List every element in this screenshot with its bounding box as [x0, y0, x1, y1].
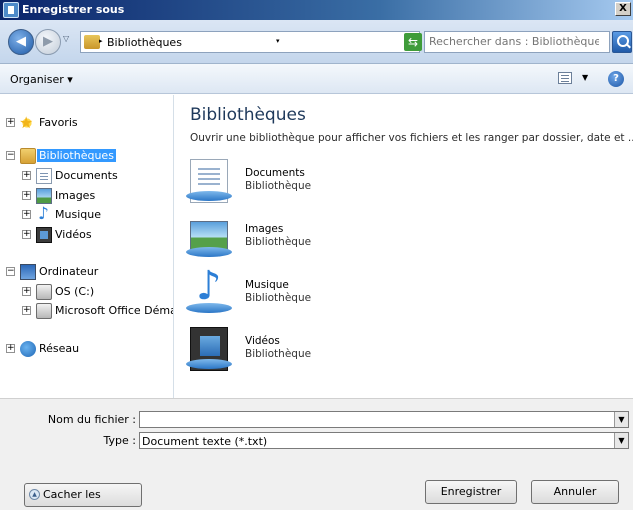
filename-input[interactable]: ▼ [139, 411, 629, 428]
tree-label: Ordinateur [39, 265, 99, 278]
recent-pages-dropdown-icon[interactable]: ▽ [63, 34, 69, 43]
app-icon [3, 2, 19, 18]
library-name: Documents [245, 167, 305, 179]
library-kind: Bibliothèque [245, 348, 312, 360]
expand-icon[interactable]: + [6, 344, 15, 353]
library-kind: Bibliothèque [245, 180, 312, 192]
library-shelf-icon [186, 191, 232, 201]
save-form-area: Nom du fichier : ▼ Type : Document texte… [0, 398, 633, 510]
expand-icon[interactable]: + [22, 171, 31, 180]
chevron-up-icon: ▲ [29, 489, 40, 500]
network-icon [20, 341, 36, 357]
tree-label: Favoris [39, 116, 78, 129]
type-label: Type : [103, 434, 136, 447]
expand-icon[interactable]: + [22, 306, 31, 315]
view-options-dropdown-icon[interactable]: ▼ [582, 73, 588, 82]
image-icon [36, 188, 52, 204]
computer-icon [20, 264, 36, 280]
cancel-button[interactable]: Annuler [531, 480, 619, 504]
breadcrumb-arrow-icon[interactable]: ▸ [99, 37, 103, 45]
library-shelf-icon [186, 359, 232, 369]
library-icon [84, 35, 100, 49]
collapse-icon[interactable]: − [6, 267, 15, 276]
filename-dropdown-icon[interactable]: ▼ [614, 412, 628, 427]
close-button[interactable]: X [615, 2, 631, 16]
save-button[interactable]: Enregistrer [425, 480, 517, 504]
video-icon [36, 227, 52, 243]
forward-arrow-icon: ▶ [43, 34, 53, 49]
library-name: Musique [245, 279, 289, 291]
library-videos[interactable]: Vidéos Bibliothèque [186, 327, 450, 375]
star-icon [19, 113, 35, 132]
content-pane[interactable]: Bibliothèques Ouvrir une bibliothèque po… [175, 95, 633, 398]
expand-icon[interactable]: + [22, 191, 31, 200]
breadcrumb-arrow-icon[interactable]: ▾ [276, 37, 280, 45]
back-arrow-icon: ◀ [16, 34, 26, 49]
address-bar[interactable]: ▸ Bibliothèques ▾ ▼ [80, 31, 420, 53]
expand-icon[interactable]: + [22, 230, 31, 239]
window-title: Enregistrer sous [22, 3, 125, 16]
back-button[interactable]: ◀ [8, 29, 34, 55]
refresh-button[interactable]: ⇆ [404, 33, 422, 51]
library-shelf-icon [186, 247, 232, 257]
type-select[interactable]: Document texte (*.txt) ▼ [139, 432, 629, 449]
tree-label: Musique [55, 208, 101, 221]
library-shelf-icon [186, 303, 232, 313]
expand-icon[interactable]: + [22, 287, 31, 296]
breadcrumb-libraries[interactable]: Bibliothèques [107, 36, 182, 49]
help-icon[interactable]: ? [608, 71, 624, 87]
expand-icon[interactable]: + [22, 210, 31, 219]
library-images[interactable]: Images Bibliothèque [186, 215, 450, 263]
page-subtitle: Ouvrir une bibliothèque pour afficher vo… [190, 132, 633, 144]
tree-label: Réseau [39, 342, 80, 355]
library-name: Vidéos [245, 335, 280, 347]
expand-icon[interactable]: + [6, 118, 15, 127]
tree-label: Documents [55, 169, 118, 182]
library-kind: Bibliothèque [245, 292, 312, 304]
tree-label: Microsoft Office Déma [55, 304, 174, 317]
tree-label: Vidéos [55, 228, 92, 241]
library-icon [20, 148, 36, 164]
library-musique[interactable]: Musique Bibliothèque [186, 263, 450, 319]
tree-label: Images [55, 189, 96, 202]
document-icon [36, 168, 52, 184]
tree-label: OS (C:) [55, 285, 95, 298]
library-documents[interactable]: Documents Bibliothèque [186, 159, 450, 207]
organize-menu[interactable]: Organiser ▾ [10, 73, 73, 86]
hide-folders-button[interactable]: ▲ Cacher les dossiers [24, 483, 142, 507]
search-input[interactable] [429, 35, 599, 48]
music-icon [36, 204, 52, 224]
navigation-pane[interactable]: + Favoris − Bibliothèques + Documents + … [0, 95, 174, 398]
title-bar: Enregistrer sous X [0, 0, 633, 20]
navigation-bar: ◀ ▶ ▽ ▸ Bibliothèques ▾ ▼ ⇆ [0, 20, 633, 64]
search-icon[interactable] [612, 31, 632, 53]
type-value: Document texte (*.txt) [142, 435, 268, 448]
hide-folders-label: Cacher les dossiers [43, 488, 101, 501]
change-view-icon[interactable] [558, 72, 572, 84]
filename-label: Nom du fichier : [47, 413, 136, 426]
forward-button[interactable]: ▶ [35, 29, 61, 55]
library-name: Images [245, 223, 284, 235]
tree-label: Bibliothèques [37, 149, 116, 162]
type-dropdown-icon[interactable]: ▼ [614, 433, 628, 448]
drive-icon [36, 303, 52, 319]
collapse-icon[interactable]: − [6, 151, 15, 160]
drive-icon [36, 284, 52, 300]
page-title: Bibliothèques [190, 105, 306, 125]
library-kind: Bibliothèque [245, 236, 312, 248]
search-box[interactable] [424, 31, 610, 53]
command-bar: Organiser ▾ ▼ ? [0, 64, 633, 94]
